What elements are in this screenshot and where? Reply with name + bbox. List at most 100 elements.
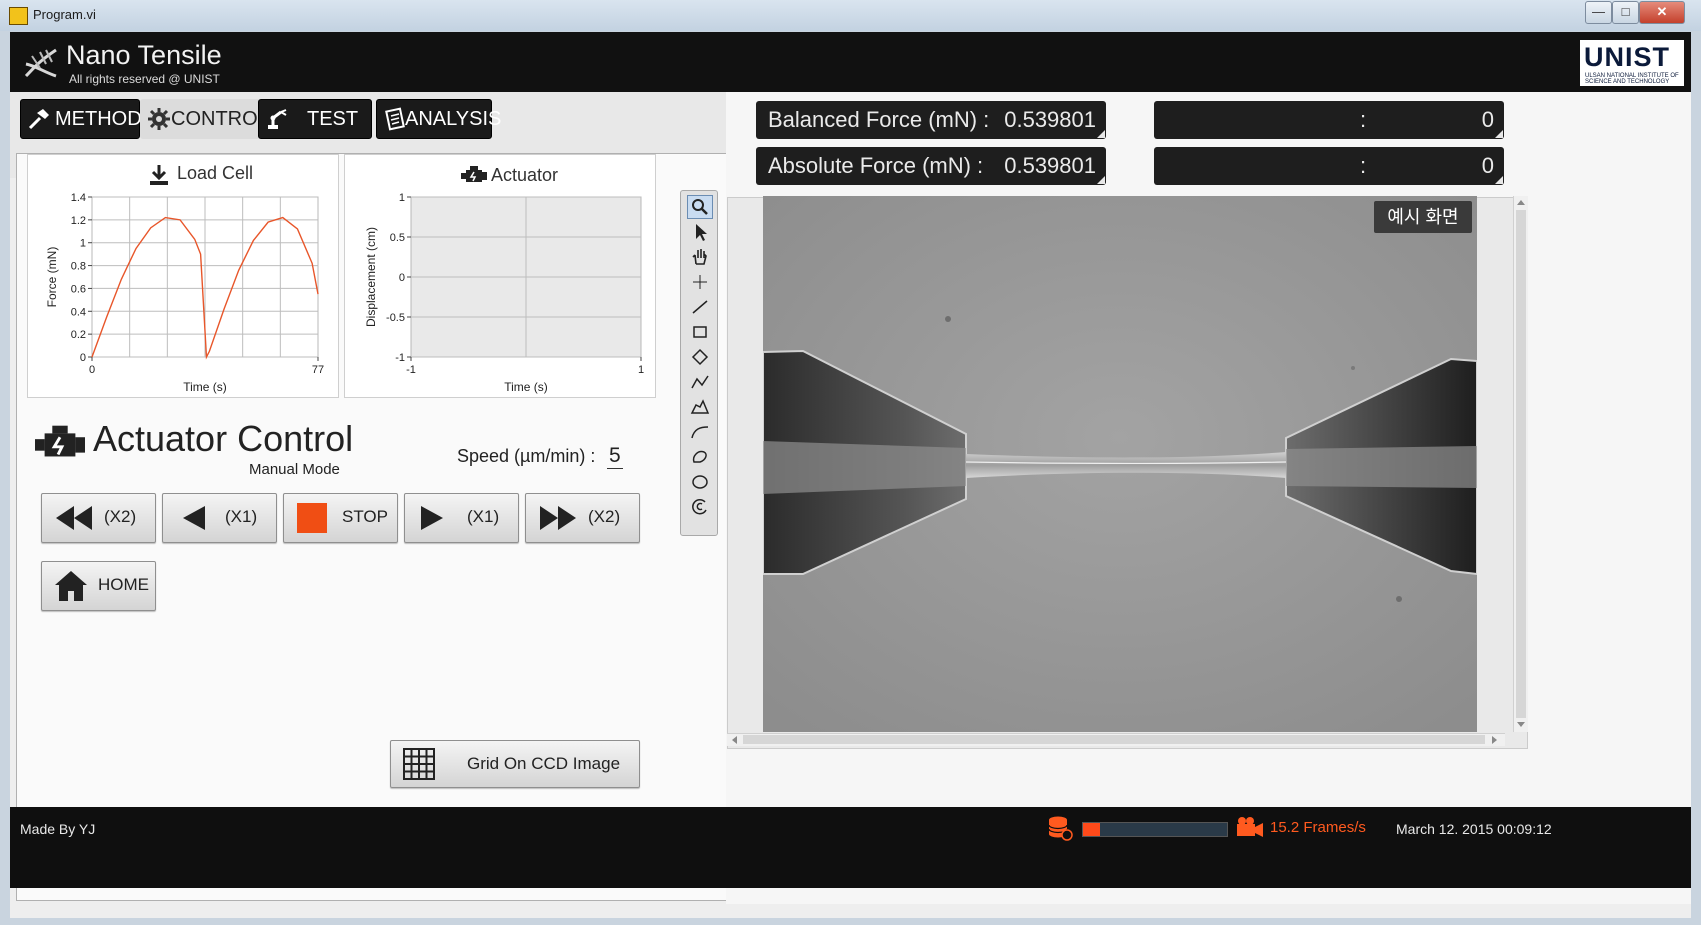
balanced-force-indicator: Balanced Force (mN) : 0.539801 xyxy=(756,101,1106,139)
pointer-icon xyxy=(696,224,707,241)
y-tick-label: -1 xyxy=(395,352,405,364)
window-title: Program.vi xyxy=(33,7,96,22)
tab-control[interactable]: CONTROL xyxy=(140,99,269,139)
x-axis-label: Time (s) xyxy=(183,380,227,394)
move-forward-x2-button[interactable]: (X2) xyxy=(525,493,640,543)
y-tick-label: 1.4 xyxy=(71,192,86,204)
tab-method[interactable]: METHOD xyxy=(20,99,142,139)
indicator-corner xyxy=(1097,130,1105,138)
actuator-chart: Actuator -1 -0.5 0 0.5 1 -1 1 Time (s) Displacem… xyxy=(344,154,656,398)
home-icon xyxy=(55,571,87,601)
absolute-force-value: 0.539801 xyxy=(1004,153,1096,178)
speed-input[interactable]: 5 xyxy=(607,444,623,469)
step-forward-icon xyxy=(421,506,443,530)
close-window-button[interactable]: ✕ xyxy=(1639,1,1685,24)
y-tick-label: 0.4 xyxy=(71,306,86,318)
zoom-icon xyxy=(692,199,708,215)
control-panel: Load Cell 0 0.2 0.4 0.6 0.8 1 1.2 1.4 0 77 Time (s… xyxy=(16,153,728,901)
y-tick-label: 0.5 xyxy=(390,232,405,244)
y-tick-label: 1.2 xyxy=(71,215,86,227)
move-forward-x1-button[interactable]: (X1) xyxy=(404,493,519,543)
tool-pointer[interactable] xyxy=(687,220,713,244)
tab-analysis-label: ANALYSIS xyxy=(405,108,502,130)
tool-freehand[interactable] xyxy=(687,445,713,469)
tool-line[interactable] xyxy=(687,295,713,319)
grid-icon xyxy=(403,748,435,780)
image-horizontal-scrollbar[interactable] xyxy=(727,733,1505,746)
move-back-x1-label: (X1) xyxy=(225,507,258,526)
y-tick-label: 1 xyxy=(80,238,86,250)
tool-oval[interactable] xyxy=(687,470,713,494)
tool-annulus[interactable] xyxy=(687,495,713,519)
move-back-x2-label: (X2) xyxy=(104,507,137,526)
pan-hand-icon xyxy=(692,249,707,265)
storage-progress-fill xyxy=(1083,823,1101,836)
indicator-corner xyxy=(1495,130,1503,138)
tool-rectangle[interactable] xyxy=(687,320,713,344)
y-tick-label: 0 xyxy=(80,352,86,364)
indicator-corner xyxy=(1495,176,1503,184)
scroll-left-arrow-icon xyxy=(732,736,737,744)
tool-pan[interactable] xyxy=(687,245,713,269)
absolute-force-label: Absolute Force (mN) : xyxy=(768,153,984,178)
tool-polygon[interactable] xyxy=(687,395,713,419)
balanced-force-label: Balanced Force (mN) : xyxy=(768,107,990,132)
gear-icon xyxy=(148,108,170,130)
manual-mode-label: Manual Mode xyxy=(249,461,340,478)
rotated-rect-icon xyxy=(691,348,709,366)
example-screen-badge: 예시 화면 xyxy=(1374,201,1472,233)
speed-label: Speed (µm/min) : xyxy=(457,446,596,466)
image-vertical-scrollbar[interactable] xyxy=(1513,196,1528,732)
labview-vi-icon xyxy=(9,7,28,25)
y-tick-label: 0.6 xyxy=(71,283,86,295)
actuator-engine-icon xyxy=(35,425,85,457)
tool-crosshair[interactable] xyxy=(687,270,713,294)
horizontal-scroll-thumb[interactable] xyxy=(743,735,1485,744)
tab-control-label: CONTROL xyxy=(171,108,269,130)
database-icon xyxy=(1048,816,1073,841)
tool-rotated-rect[interactable] xyxy=(687,345,713,369)
tool-zoom[interactable] xyxy=(687,195,713,219)
maximize-button[interactable]: □ xyxy=(1612,1,1639,24)
x-axis-label: Time (s) xyxy=(504,380,548,394)
home-label: HOME xyxy=(98,575,149,594)
y-tick-label: 0 xyxy=(399,272,405,284)
x-tick-label: 77 xyxy=(312,364,324,376)
grid-on-ccd-label: Grid On CCD Image xyxy=(467,754,621,773)
y-tick-label: 1 xyxy=(399,192,405,204)
y-tick-label: -0.5 xyxy=(386,312,405,324)
fast-rewind-icon xyxy=(56,506,92,530)
move-back-x2-button[interactable]: (X2) xyxy=(41,493,156,543)
aux-indicator-2-label: : xyxy=(1360,153,1367,178)
vertical-scroll-thumb[interactable] xyxy=(1516,210,1526,718)
move-back-x1-button[interactable]: (X1) xyxy=(162,493,277,543)
tab-test[interactable]: TEST xyxy=(258,99,372,139)
home-button[interactable]: HOME xyxy=(41,561,156,611)
tab-test-label: TEST xyxy=(307,108,359,130)
app-title: Nano Tensile xyxy=(66,40,222,70)
freehand-icon xyxy=(692,450,707,463)
scroll-right-arrow-icon xyxy=(1492,736,1497,744)
minimize-button[interactable]: — xyxy=(1585,1,1612,24)
stop-label: STOP xyxy=(342,507,388,526)
fast-forward-icon xyxy=(540,506,576,530)
tool-polyline[interactable] xyxy=(687,370,713,394)
date-time-readout: March 12. 2015 00:09:12 xyxy=(1396,821,1552,837)
tool-freeline[interactable] xyxy=(687,420,713,444)
ccd-image[interactable] xyxy=(763,196,1477,732)
status-bar: Made By YJ 15.2 Frames/s March 12. 2015 … xyxy=(10,807,1691,888)
storage-progress-bar xyxy=(1082,822,1228,837)
aux-indicator-1-value: 0 xyxy=(1481,107,1494,132)
stop-button[interactable]: STOP xyxy=(283,493,398,543)
line-icon xyxy=(692,300,708,314)
unist-logo: UNIST ULSAN NATIONAL INSTITUTE OF SCIENC… xyxy=(1580,40,1684,86)
unist-logo-wordmark: UNIST xyxy=(1584,42,1670,72)
tab-analysis[interactable]: ANALYSIS xyxy=(376,99,501,139)
engine-icon xyxy=(461,166,487,182)
freeline-icon xyxy=(691,426,709,439)
load-cell-chart: Load Cell 0 0.2 0.4 0.6 0.8 1 1.2 1.4 0 77 Time (s… xyxy=(27,154,339,398)
aux-indicator-2: : 0 xyxy=(1154,147,1504,185)
application-frame: Nano Tensile All rights reserved @ UNIST… xyxy=(10,32,1691,918)
grid-on-ccd-image-button[interactable]: Grid On CCD Image xyxy=(390,740,640,788)
polyline-icon xyxy=(691,375,709,389)
